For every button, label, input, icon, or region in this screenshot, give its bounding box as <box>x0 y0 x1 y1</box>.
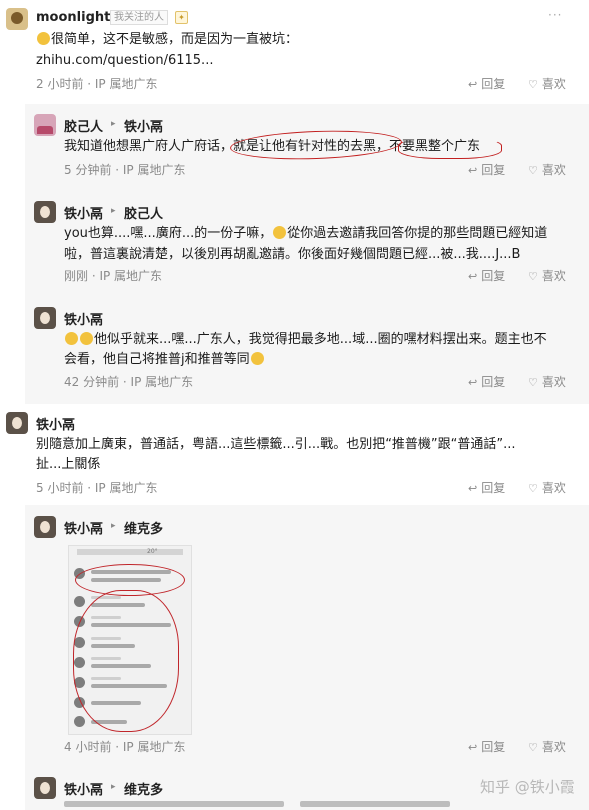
cut-off-text <box>64 801 284 807</box>
like-button[interactable]: ♡ 喜欢 <box>528 738 566 755</box>
heart-icon: ♡ <box>528 482 538 495</box>
image-avatar <box>74 596 85 607</box>
comment-meta: 42 分钟前 · IP 属地广东 <box>64 375 194 389</box>
author-name[interactable]: 铁小鬲 <box>64 309 103 328</box>
author-name[interactable]: 铁小鬲 <box>36 414 75 433</box>
watermark: 知乎 @铁小霞 <box>480 778 575 796</box>
smile-emoji-icon <box>37 32 50 45</box>
heart-icon: ♡ <box>528 164 538 177</box>
reply-arrow-icon: ▸ <box>111 119 116 129</box>
laugh-emoji-icon <box>80 332 93 345</box>
screenshot-image[interactable]: 20° <box>68 545 192 735</box>
image-avatar <box>74 716 85 727</box>
comment-text-line2: 啦，普這裏說清楚，以後別再胡亂邀請。你後面好幾個問題已經...被...我....… <box>64 247 521 262</box>
reply-button[interactable]: ↩ 回复 <box>468 479 505 496</box>
reply-target-name[interactable]: 维克多 <box>124 779 163 798</box>
comment-meta: 5 小时前 · IP 属地广东 <box>36 481 158 495</box>
like-button[interactable]: ♡ 喜欢 <box>528 373 566 390</box>
heart-icon: ♡ <box>528 270 538 283</box>
annotation-underline <box>398 137 502 159</box>
reply-button[interactable]: ↩ 回复 <box>468 75 505 92</box>
comment-text-line2: 会看，他自己将推普j和推普等同 <box>64 349 265 370</box>
reply-button[interactable]: ↩ 回复 <box>468 738 505 755</box>
heart-icon: ♡ <box>528 741 538 754</box>
image-status-bar <box>77 549 183 555</box>
follow-tag: 我关注的人 <box>110 10 168 25</box>
reply-icon: ↩ <box>468 270 478 283</box>
reply-arrow-icon: ▸ <box>111 206 116 216</box>
reply-icon: ↩ <box>468 741 478 754</box>
comment-meta: 2 小时前 · IP 属地广东 <box>36 77 158 91</box>
reply-button[interactable]: ↩ 回复 <box>468 373 505 390</box>
like-button[interactable]: ♡ 喜欢 <box>528 161 566 178</box>
more-options-icon[interactable]: ··· <box>548 8 562 22</box>
reply-button[interactable]: ↩ 回复 <box>468 161 505 178</box>
reply-target-name[interactable]: 胶己人 <box>124 203 163 222</box>
comment-text: 别隨意加上廣東，普通話，粤語...這些標籤...引...戰。也別把“推普機”跟“… <box>36 437 516 452</box>
comment-text-line2: 扯...上關係 <box>36 457 101 472</box>
laugh-emoji-icon <box>65 332 78 345</box>
image-time: 20° <box>147 548 158 555</box>
reply-icon: ↩ <box>468 164 478 177</box>
avatar[interactable] <box>34 777 56 799</box>
laugh-emoji-icon <box>273 226 287 239</box>
like-button[interactable]: ♡ 喜欢 <box>528 267 566 284</box>
heart-icon: ♡ <box>528 78 538 91</box>
comment-text: you也算....嘿...廣府...的一份子嘛， 從你過去邀請我回答你提的那些問題… <box>64 226 548 241</box>
author-name[interactable]: moonlight <box>36 10 110 25</box>
badge-icon: ✦ <box>175 11 188 24</box>
comment-text: 他似乎就来...嘿...广东人，我觉得把最多地...域...圈的嘿材料摆出来。题… <box>64 329 547 350</box>
comment-meta: 5 分钟前 · IP 属地广东 <box>64 163 186 177</box>
annotation-circle <box>73 590 179 732</box>
comment-meta: 4 小时前 · IP 属地广东 <box>64 740 186 754</box>
avatar[interactable] <box>6 8 28 30</box>
author-name[interactable]: 铁小鬲 <box>64 779 103 798</box>
comment-meta: 刚刚 · IP 属地广东 <box>64 269 163 283</box>
reply-target-name[interactable]: 维克多 <box>124 518 163 537</box>
avatar[interactable] <box>34 114 56 136</box>
author-name[interactable]: 铁小鬲 <box>64 203 103 222</box>
comment-text: 很简单，这不是敏感，而是因为一直被坑： <box>36 29 298 50</box>
cut-off-text <box>300 801 450 807</box>
reply-arrow-icon: ▸ <box>111 521 116 531</box>
avatar[interactable] <box>6 412 28 434</box>
avatar[interactable] <box>34 307 56 329</box>
reply-arrow-icon: ▸ <box>111 782 116 792</box>
reply-button[interactable]: ↩ 回复 <box>468 267 505 284</box>
avatar[interactable] <box>34 516 56 538</box>
reply-icon: ↩ <box>468 482 478 495</box>
like-button[interactable]: ♡ 喜欢 <box>528 75 566 92</box>
laugh-emoji-icon <box>250 352 264 365</box>
avatar[interactable] <box>34 201 56 223</box>
heart-icon: ♡ <box>528 376 538 389</box>
reply-icon: ↩ <box>468 78 478 91</box>
comment-link[interactable]: zhihu.com/question/6115... <box>36 50 213 71</box>
author-name[interactable]: 胶己人 <box>64 116 103 135</box>
reply-icon: ↩ <box>468 376 478 389</box>
like-button[interactable]: ♡ 喜欢 <box>528 479 566 496</box>
author-name[interactable]: 铁小鬲 <box>64 518 103 537</box>
reply-target-name[interactable]: 铁小鬲 <box>124 116 163 135</box>
